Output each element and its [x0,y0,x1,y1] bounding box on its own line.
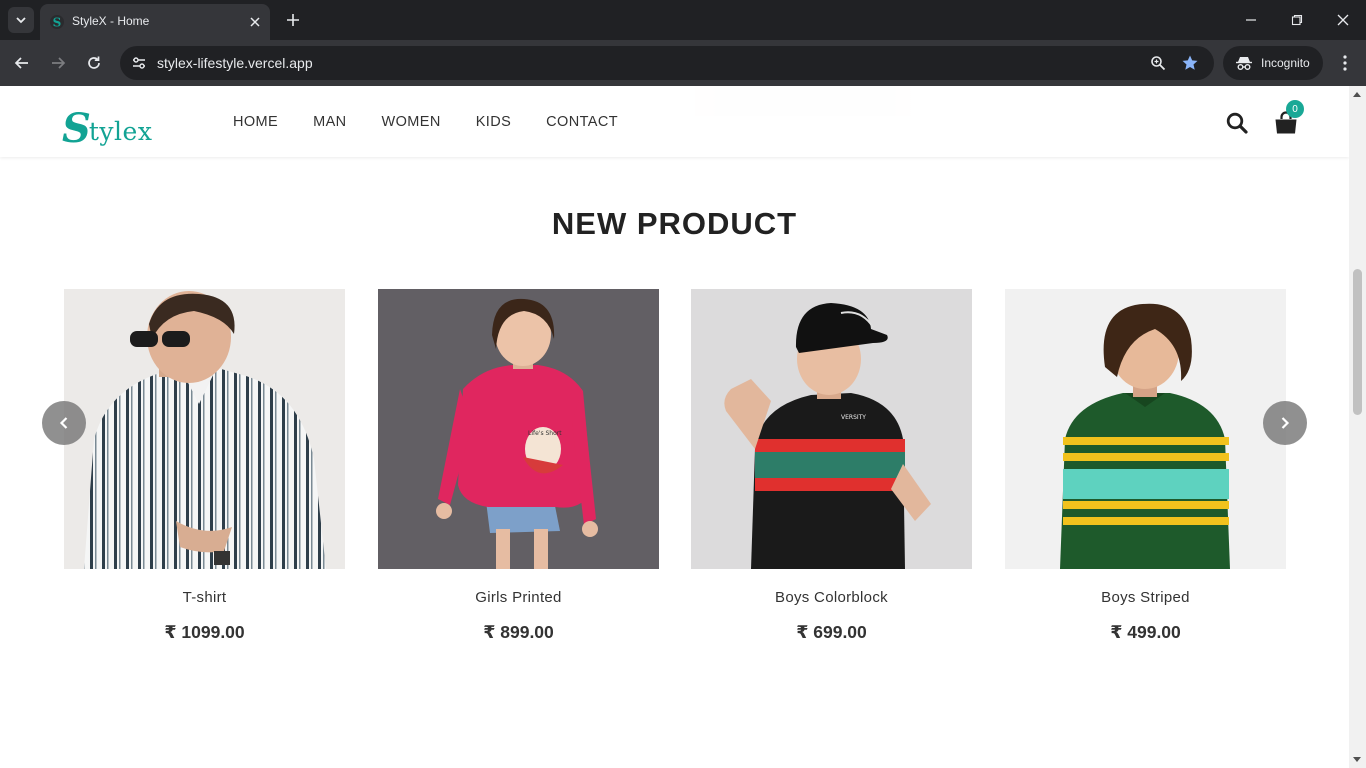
minimize-icon [1246,19,1256,21]
forward-button[interactable] [44,49,72,77]
scroll-up-arrow-icon[interactable] [1353,92,1361,97]
chevron-right-icon [1281,417,1290,429]
product-photo-boy-colorblock-polo: VERSITY [691,289,972,569]
product-name[interactable]: Boys Striped [1005,589,1286,606]
tab-search-button[interactable] [8,7,34,33]
page-scrollbar[interactable] [1349,86,1366,768]
product-photo-girl-pink-top: Life's Short [378,289,659,569]
address-bar[interactable]: stylex-lifestyle.vercel.app [120,46,1214,80]
arrow-left-icon [14,57,28,69]
restore-button[interactable] [1274,8,1320,32]
url-text: stylex-lifestyle.vercel.app [157,55,313,71]
slider-next-button[interactable] [1263,401,1307,445]
browser-toolbar: stylex-lifestyle.vercel.app Incognito [0,40,1366,86]
product-card[interactable]: Life's Short Girls Printed ₹ 899.00 [378,289,659,642]
nav-home[interactable]: HOME [233,114,278,130]
product-card[interactable]: VERSITY Boys Colorblock ₹ 699.00 [691,289,972,642]
nav-kids[interactable]: KIDS [476,114,511,130]
scroll-down-arrow-icon[interactable] [1353,757,1361,762]
browser-tab-bar: S StyleX - Home [0,0,1366,40]
search-button[interactable] [1225,111,1249,135]
minimize-button[interactable] [1228,8,1274,32]
product-card[interactable]: Boys Striped ₹ 499.00 [1005,289,1286,642]
stylex-favicon-icon: S [50,15,64,30]
close-icon [250,17,260,27]
close-icon [1337,14,1349,26]
back-button[interactable] [8,49,36,77]
product-price: ₹ 699.00 [796,622,867,642]
product-image[interactable]: Life's Short [378,289,659,569]
product-name[interactable]: Boys Colorblock [691,589,972,606]
svg-text:S: S [53,16,62,30]
restore-icon [1291,14,1303,26]
new-tab-button[interactable] [282,9,304,31]
section-title: NEW PRODUCT [551,206,798,241]
zoom-icon [1151,56,1166,71]
tab-close-button[interactable] [246,13,264,31]
product-image[interactable] [64,289,345,569]
plus-icon [287,14,299,26]
svg-text:Life's Short: Life's Short [528,430,562,437]
star-icon [1182,55,1198,70]
product-photo-man-shirt [64,289,345,569]
close-window-button[interactable] [1320,8,1366,32]
logo-initial: S [62,105,91,152]
main-nav: HOME MAN WOMEN KIDS CONTACT [233,114,618,130]
chevron-left-icon [59,417,68,429]
product-image[interactable] [1005,289,1286,569]
incognito-icon [1236,57,1252,70]
page-viewport: S tylex HOME MAN WOMEN KIDS CONTACT 0 NE… [0,86,1349,768]
product-price: ₹ 1099.00 [164,622,245,642]
tab-title: StyleX - Home [72,14,150,28]
product-photo-boy-striped-sweater [1005,289,1286,569]
tune-icon [133,57,145,69]
browser-tab-active[interactable]: S StyleX - Home [40,4,270,40]
more-vertical-icon [1343,55,1347,71]
nav-contact[interactable]: CONTACT [546,114,618,130]
nav-women[interactable]: WOMEN [382,114,441,130]
incognito-label: Incognito [1261,56,1310,70]
reload-icon [88,56,100,69]
browser-menu-button[interactable] [1331,49,1359,77]
site-logo[interactable]: S tylex [62,105,153,152]
zoom-button[interactable] [1146,51,1170,75]
nav-man[interactable]: MAN [313,114,346,130]
svg-text:VERSITY: VERSITY [841,414,866,421]
product-price: ₹ 499.00 [1110,622,1181,642]
incognito-indicator[interactable]: Incognito [1223,46,1323,80]
chevron-down-icon [16,17,26,24]
scrollbar-thumb[interactable] [1353,269,1362,415]
site-header: S tylex HOME MAN WOMEN KIDS CONTACT 0 [0,86,1349,157]
bookmark-button[interactable] [1178,51,1202,75]
product-name[interactable]: Girls Printed [378,589,659,606]
site-info-button[interactable] [127,51,151,75]
product-name[interactable]: T-shirt [64,589,345,606]
reload-button[interactable] [80,49,108,77]
product-price: ₹ 899.00 [483,622,554,642]
product-card[interactable]: T-shirt ₹ 1099.00 [64,289,345,642]
slider-prev-button[interactable] [42,401,86,445]
search-icon [1226,112,1248,134]
arrow-right-icon [52,57,66,69]
cart-count-badge: 0 [1286,100,1304,118]
logo-text: tylex [88,117,153,146]
product-image[interactable]: VERSITY [691,289,972,569]
